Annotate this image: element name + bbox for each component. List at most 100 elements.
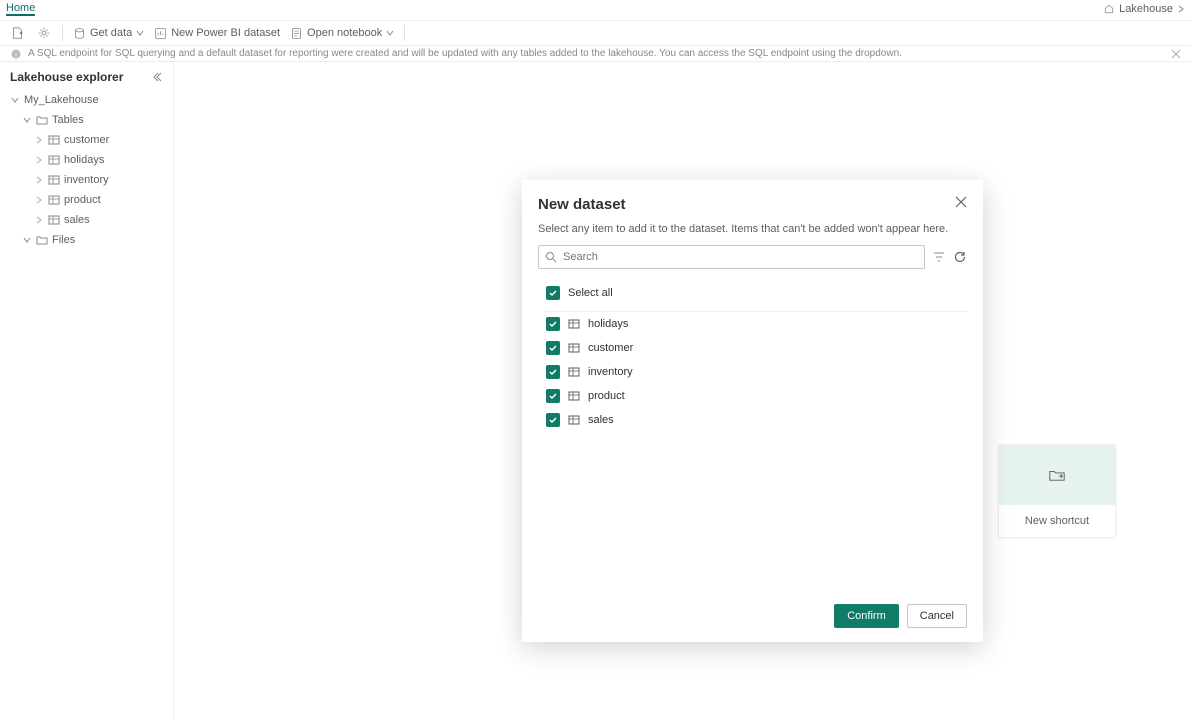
search-icon	[545, 251, 557, 263]
main-row: Lakehouse explorer My_Lakehouse Tables c…	[0, 62, 1191, 720]
tree-node-table[interactable]: product	[0, 190, 173, 210]
infobar-close-button[interactable]	[1171, 49, 1181, 59]
tree-node-table[interactable]: inventory	[0, 170, 173, 190]
item-label: customer	[588, 342, 633, 354]
modal-close-button[interactable]	[955, 196, 967, 208]
item-label: holidays	[588, 318, 628, 330]
table-icon	[568, 366, 580, 378]
chevron-right-icon	[34, 155, 44, 165]
search-row	[538, 245, 967, 269]
filter-button[interactable]	[933, 251, 945, 263]
workspace-type-label: Lakehouse	[1119, 3, 1173, 15]
item-list: Select all holidays customer inventory	[538, 281, 967, 596]
toolbar-separator	[404, 25, 405, 41]
table-icon	[48, 154, 60, 166]
modal-header: New dataset	[538, 196, 967, 213]
info-icon: i	[10, 48, 22, 60]
dataset-item-row[interactable]: customer	[538, 336, 967, 360]
checkbox-checked[interactable]	[546, 317, 560, 331]
database-icon	[73, 27, 86, 40]
chevron-right-icon	[34, 135, 44, 145]
notebook-icon	[290, 27, 303, 40]
tab-home[interactable]: Home	[6, 2, 35, 16]
table-icon	[48, 174, 60, 186]
chevron-down-icon	[10, 95, 20, 105]
search-box[interactable]	[538, 245, 925, 269]
folder-icon	[36, 114, 48, 126]
tabbar-left: Home	[6, 2, 35, 16]
table-icon	[48, 134, 60, 146]
toolbar-separator	[62, 25, 63, 41]
table-icon	[568, 318, 580, 330]
open-notebook-label: Open notebook	[307, 27, 382, 39]
table-icon	[568, 390, 580, 402]
dataset-item-row[interactable]: inventory	[538, 360, 967, 384]
chevron-right-icon	[34, 175, 44, 185]
dataset-icon	[154, 27, 167, 40]
tree-node-files[interactable]: Files	[0, 230, 173, 250]
refresh-button[interactable]	[953, 250, 967, 264]
checkbox-checked[interactable]	[546, 389, 560, 403]
canvas: New shortcut New dataset Select any item…	[174, 62, 1191, 720]
checkbox-checked[interactable]	[546, 341, 560, 355]
confirm-button[interactable]: Confirm	[834, 604, 899, 628]
tree-node-table[interactable]: customer	[0, 130, 173, 150]
shortcut-card-top	[999, 445, 1115, 505]
dataset-item-row[interactable]: sales	[538, 408, 967, 432]
toolbar: Get data New Power BI dataset Open noteb…	[0, 20, 1191, 46]
infobar-content: i A SQL endpoint for SQL querying and a …	[10, 48, 902, 60]
item-label: sales	[588, 414, 614, 426]
chevron-right-icon	[34, 215, 44, 225]
open-notebook-button[interactable]: Open notebook	[290, 27, 394, 40]
workspace-switcher[interactable]: Lakehouse	[1103, 3, 1185, 15]
settings-button[interactable]	[36, 25, 52, 41]
tree-node-table[interactable]: holidays	[0, 150, 173, 170]
tree-node-label: product	[64, 194, 101, 206]
select-all-label: Select all	[568, 287, 613, 299]
new-dataset-modal: New dataset Select any item to add it to…	[522, 180, 983, 642]
explorer-tree: My_Lakehouse Tables customer holidays i	[0, 90, 173, 250]
chevron-down-icon	[22, 235, 32, 245]
lakehouse-icon	[1103, 3, 1115, 15]
sidebar-title: Lakehouse explorer	[10, 70, 123, 84]
tree-node-label: Tables	[52, 114, 84, 126]
tree-node-tables[interactable]: Tables	[0, 110, 173, 130]
checkbox-checked[interactable]	[546, 413, 560, 427]
tree-node-lakehouse[interactable]: My_Lakehouse	[0, 90, 173, 110]
chevron-down-icon	[22, 115, 32, 125]
tree-node-label: My_Lakehouse	[24, 94, 99, 106]
new-powerbi-dataset-button[interactable]: New Power BI dataset	[154, 27, 280, 40]
new-file-button[interactable]	[10, 25, 26, 41]
dataset-item-row[interactable]: product	[538, 384, 967, 408]
table-icon	[568, 414, 580, 426]
chevron-down-icon	[386, 29, 394, 37]
tree-node-label: sales	[64, 214, 90, 226]
cancel-button[interactable]: Cancel	[907, 604, 967, 628]
tree-node-label: Files	[52, 234, 75, 246]
folder-icon	[36, 234, 48, 246]
checkbox-checked[interactable]	[546, 286, 560, 300]
table-icon	[568, 342, 580, 354]
search-input[interactable]	[563, 251, 918, 263]
tree-node-label: holidays	[64, 154, 104, 166]
get-data-button[interactable]: Get data	[73, 27, 144, 40]
chevron-right-icon	[1177, 5, 1185, 13]
checkbox-checked[interactable]	[546, 365, 560, 379]
new-dataset-label: New Power BI dataset	[171, 27, 280, 39]
dataset-item-row[interactable]: holidays	[538, 312, 967, 336]
modal-description: Select any item to add it to the dataset…	[538, 223, 967, 235]
tree-node-label: customer	[64, 134, 109, 146]
shortcut-card-label: New shortcut	[999, 505, 1115, 537]
chevron-right-icon	[34, 195, 44, 205]
new-shortcut-card[interactable]: New shortcut	[998, 444, 1116, 538]
table-icon	[48, 194, 60, 206]
table-icon	[48, 214, 60, 226]
select-all-row[interactable]: Select all	[538, 281, 967, 305]
collapse-sidebar-button[interactable]	[151, 71, 163, 83]
infobar: i A SQL endpoint for SQL querying and a …	[0, 46, 1191, 62]
folder-arrow-icon	[1048, 468, 1066, 482]
get-data-label: Get data	[90, 27, 132, 39]
tree-node-table[interactable]: sales	[0, 210, 173, 230]
tree-node-label: inventory	[64, 174, 109, 186]
chevron-down-icon	[136, 29, 144, 37]
